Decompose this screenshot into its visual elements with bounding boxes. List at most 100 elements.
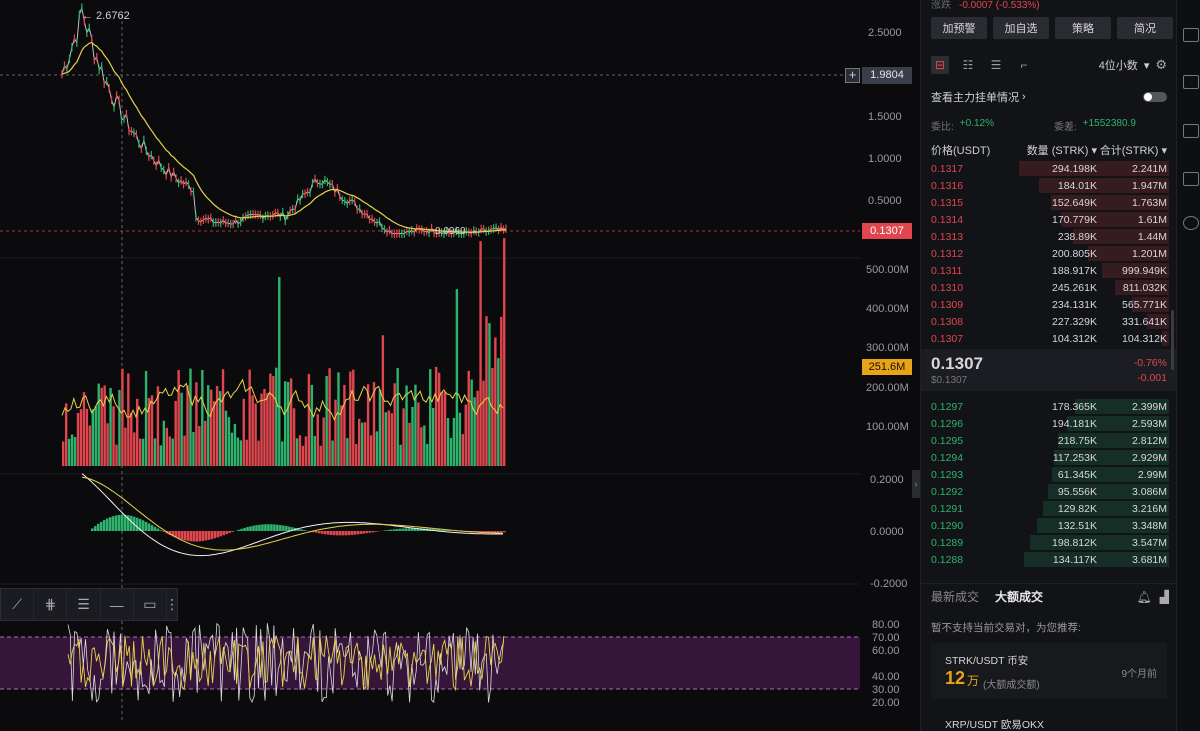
volume-bar	[210, 389, 213, 466]
macd-histogram-bar	[404, 528, 408, 531]
volume-bar	[127, 373, 130, 466]
ask-row[interactable]: 0.1308 227.329K 331.641K	[921, 313, 1177, 330]
collapse-panel-handle[interactable]: ›	[912, 470, 920, 498]
signal-icon[interactable]: ▟	[1160, 590, 1169, 604]
volume-bar	[313, 436, 316, 466]
macd-histogram-bar	[246, 527, 249, 531]
macd-histogram-bar	[144, 521, 148, 531]
bid-qty: 218.75K	[1057, 434, 1097, 447]
chart-area[interactable]: 2.50002.00001.50001.00000.5000500.00M400…	[0, 0, 912, 731]
bid-row[interactable]: 0.1290 132.51K 3.348M	[921, 517, 1177, 534]
macd-histogram-bar	[302, 530, 306, 531]
ask-row[interactable]: 0.1311 188.917K 999.949K	[921, 262, 1177, 279]
ask-total: 331.641K	[1122, 315, 1167, 328]
low-price-marker: 0.0960 →	[435, 226, 479, 237]
decimals-select[interactable]: 4位小数 ▾ ⚙	[1099, 57, 1167, 73]
orderbook-scrollbar[interactable]	[1171, 310, 1174, 370]
download-icon[interactable]	[1183, 216, 1199, 230]
macd-histogram-bar	[332, 531, 336, 536]
dollar-icon[interactable]	[1183, 28, 1199, 42]
macd-histogram-bar	[389, 529, 393, 531]
macd-histogram-bar	[350, 531, 354, 535]
main-orders-toggle[interactable]	[1143, 92, 1167, 102]
bid-row[interactable]: 0.1289 198.812K 3.547M	[921, 534, 1177, 551]
tab-latest-trades[interactable]: 最新成交	[931, 588, 979, 605]
last-price-tag: 0.1307	[862, 223, 912, 239]
chart-canvas[interactable]: 2.50002.00001.50001.00000.5000500.00M400…	[0, 0, 912, 731]
volume-bar	[337, 372, 340, 466]
grid-icon[interactable]	[1183, 75, 1199, 89]
book-bids-icon[interactable]: ☷	[959, 56, 977, 74]
volume-bar	[73, 436, 77, 466]
recommendation-card[interactable]: STRK/USDT 币安 12 万 (大额成交额) 9个月前	[931, 643, 1167, 699]
ask-row[interactable]: 0.1312 200.805K 1.201M	[921, 245, 1177, 262]
add-alert-button[interactable]: 加预警	[931, 17, 987, 39]
macd-histogram-bar	[114, 515, 118, 531]
add-line-icon[interactable]: +	[845, 68, 860, 83]
book-both-icon[interactable]: ⊟	[931, 56, 949, 74]
price-axis-label: 1.0000	[868, 153, 902, 165]
rec-pair-2[interactable]: XRP/USDT 欧易OKX	[945, 717, 1044, 731]
ask-price: 0.1312	[931, 247, 964, 260]
main-orders-link[interactable]: 查看主力挂单情况	[931, 89, 1019, 105]
volume-bar	[440, 392, 444, 466]
horizontal-line-icon[interactable]: —	[101, 589, 134, 620]
bell-icon[interactable]: 🔔︎	[1137, 590, 1152, 604]
ask-row[interactable]: 0.1315 152.649K 1.763M	[921, 194, 1177, 211]
ask-row[interactable]: 0.1313 238.89K 1.44M	[921, 228, 1177, 245]
volume-bar	[248, 369, 251, 466]
macd-histogram-bar	[105, 518, 109, 531]
fib-lines-icon[interactable]: ☰	[67, 589, 101, 620]
bar-chart-icon[interactable]	[1183, 124, 1199, 138]
ask-row[interactable]: 0.1307 104.312K 104.312K	[921, 330, 1177, 347]
ask-row[interactable]: 0.1310 245.261K 811.032K	[921, 279, 1177, 296]
parallel-lines-icon[interactable]: ⋕	[34, 589, 68, 620]
bid-row[interactable]: 0.1295 218.75K 2.812M	[921, 432, 1177, 449]
bid-price: 0.1288	[931, 553, 964, 566]
book-asks-icon[interactable]: ☰	[987, 56, 1005, 74]
ticker-icon[interactable]	[1183, 172, 1199, 186]
bid-row[interactable]: 0.1293 61.345K 2.99M	[921, 466, 1177, 483]
overview-button[interactable]: 简况	[1117, 17, 1173, 39]
ask-qty: 245.261K	[1052, 281, 1097, 294]
volume-bar	[434, 366, 438, 466]
bid-row[interactable]: 0.1291 129.82K 3.216M	[921, 500, 1177, 517]
macd-histogram-bar	[392, 529, 396, 531]
volume-bar	[485, 316, 488, 466]
bid-row[interactable]: 0.1288 134.117K 3.681M	[921, 551, 1177, 568]
ask-qty: 294.198K	[1052, 162, 1097, 175]
ask-row[interactable]: 0.1317 294.198K 2.241M	[921, 160, 1177, 177]
bid-row[interactable]: 0.1296 194.181K 2.593M	[921, 415, 1177, 432]
volume-bar	[130, 412, 133, 466]
col-total[interactable]: 合计(STRK) ▾	[1097, 142, 1167, 158]
ask-total: 811.032K	[1122, 281, 1167, 294]
volume-bar	[177, 370, 180, 466]
strategy-button[interactable]: 策略	[1055, 17, 1111, 39]
bid-row[interactable]: 0.1292 95.556K 3.086M	[921, 483, 1177, 500]
volume-bar	[482, 380, 485, 466]
volume-axis-label: 100.00M	[866, 421, 909, 433]
ask-row[interactable]: 0.1314 170.779K 1.61M	[921, 211, 1177, 228]
ask-total: 565.771K	[1122, 298, 1167, 311]
more-icon[interactable]: ⋮	[165, 589, 179, 620]
volume-bar	[180, 392, 183, 466]
volume-bar	[503, 238, 506, 466]
volume-bar	[289, 378, 293, 466]
change-absolute: -0.001	[1137, 372, 1167, 384]
col-qty[interactable]: 数量 (STRK) ▾	[1011, 142, 1097, 158]
bid-total: 3.216M	[1131, 502, 1167, 515]
volume-bar	[461, 434, 464, 466]
book-depth-icon[interactable]: ⌐	[1015, 56, 1033, 74]
tab-large-trades[interactable]: 大额成交	[995, 588, 1043, 605]
ask-row[interactable]: 0.1316 184.01K 1.947M	[921, 177, 1177, 194]
gear-icon[interactable]: ⚙	[1155, 57, 1167, 73]
volume-bar	[358, 418, 361, 466]
bid-row[interactable]: 0.1294 117.253K 2.929M	[921, 449, 1177, 466]
add-watchlist-button[interactable]: 加自选	[993, 17, 1049, 39]
bid-row[interactable]: 0.1297 178.365K 2.399M	[921, 398, 1177, 415]
rectangle-icon[interactable]: ▭	[134, 589, 168, 620]
trendline-icon[interactable]: ⟋	[1, 589, 35, 620]
macd-histogram-bar	[204, 531, 208, 541]
volume-bar	[230, 432, 234, 466]
ask-row[interactable]: 0.1309 234.131K 565.771K	[921, 296, 1177, 313]
